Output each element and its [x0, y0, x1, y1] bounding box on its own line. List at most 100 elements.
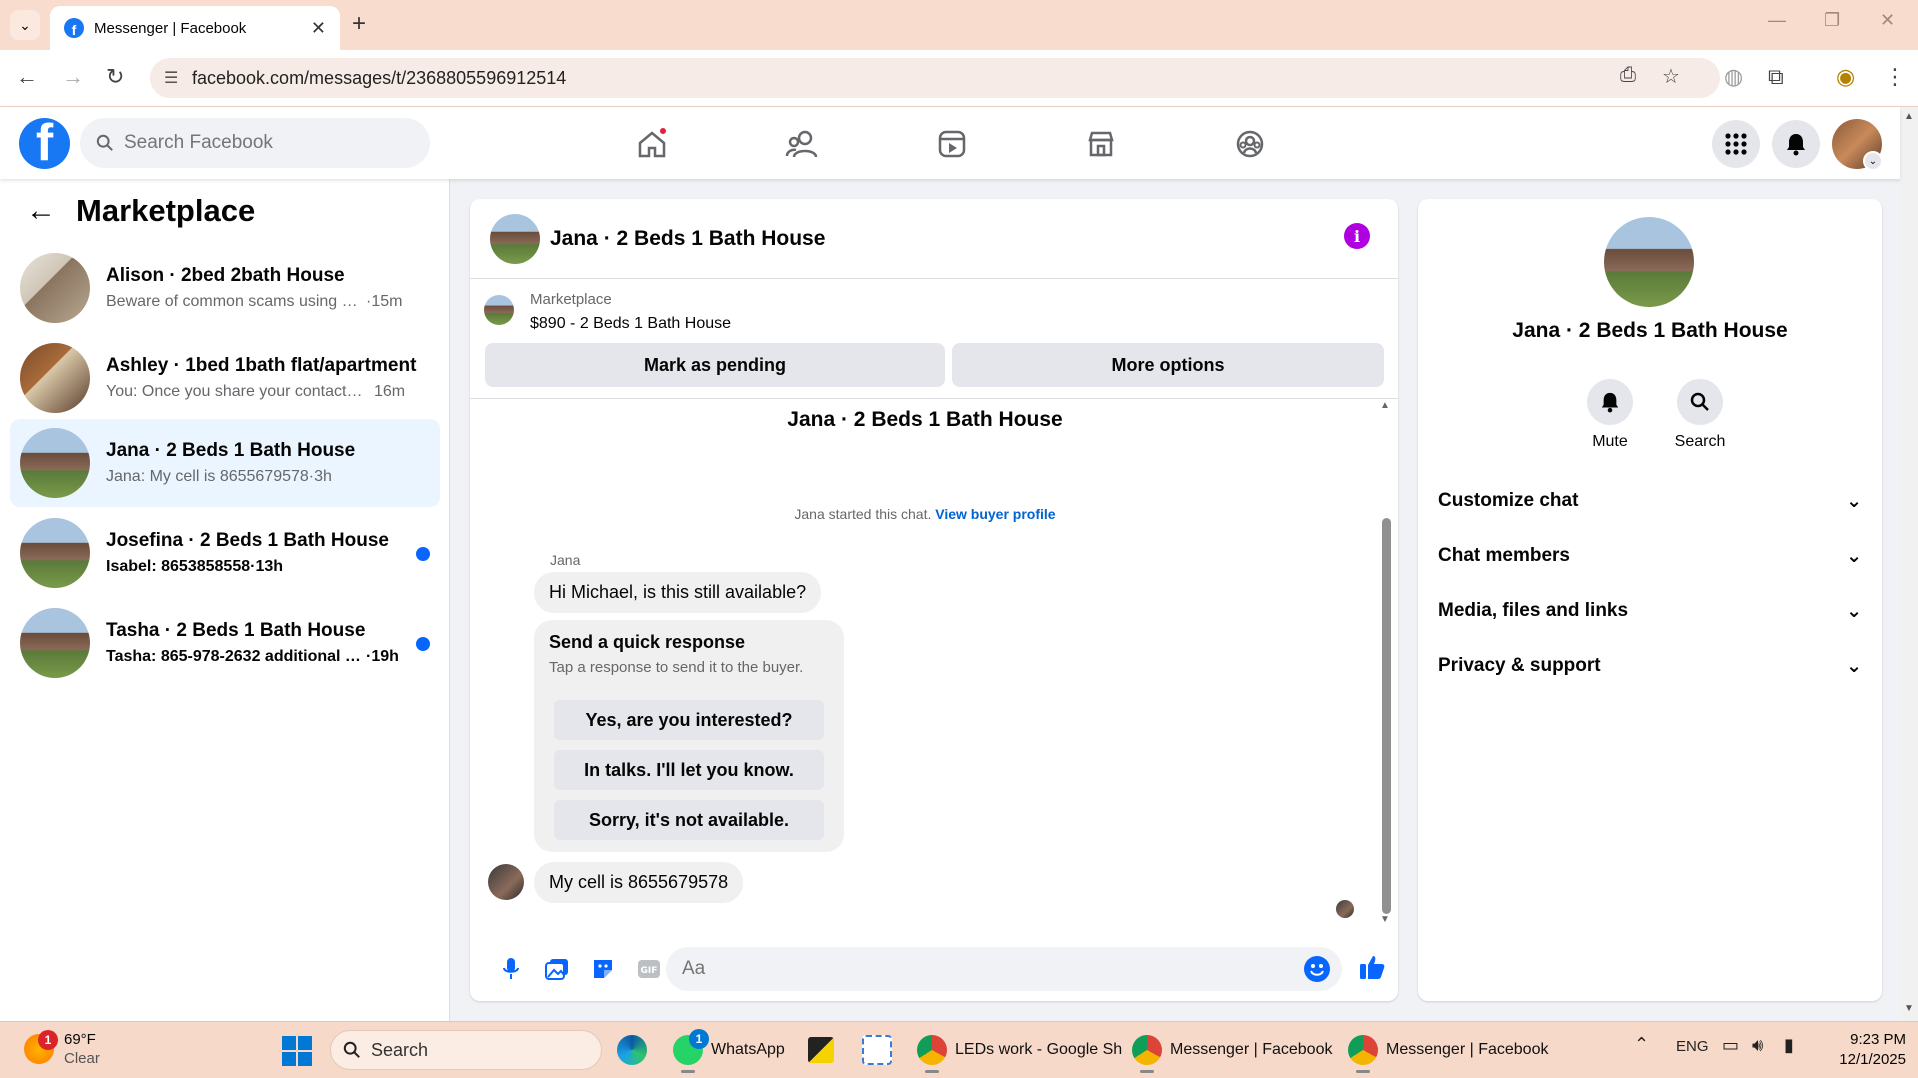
battery-icon[interactable]: ▮ — [1784, 1035, 1794, 1056]
restore-icon[interactable]: ❐ — [1824, 10, 1840, 31]
marketplace-icon — [1088, 131, 1114, 157]
more-options-button[interactable]: More options — [952, 343, 1384, 387]
mute-button[interactable]: Mute — [1570, 379, 1650, 451]
browser-tab-messenger[interactable]: f Messenger | Facebook ✕ — [50, 6, 340, 50]
windows-start-icon[interactable] — [282, 1036, 312, 1066]
emoji-icon[interactable] — [1304, 956, 1330, 982]
view-buyer-profile-link[interactable]: View buyer profile — [935, 506, 1055, 522]
friends-nav-button[interactable] — [780, 122, 824, 166]
info-icon[interactable]: i — [1344, 223, 1370, 249]
details-thumbnail[interactable] — [1604, 217, 1694, 307]
mark-as-pending-button[interactable]: Mark as pending — [485, 343, 945, 387]
taskbar-clock[interactable]: 9:23 PM 12/1/2025 — [1826, 1030, 1906, 1070]
sender-avatar[interactable] — [488, 864, 524, 900]
bookmark-star-icon[interactable]: ☆ — [1662, 64, 1680, 89]
search-in-chat-button[interactable]: Search — [1660, 379, 1740, 451]
taskbar-sticky-notes[interactable] — [808, 1032, 834, 1068]
conversation-preview: Isabel: 8653858558 — [106, 558, 251, 575]
grid-icon — [1725, 133, 1747, 155]
groups-nav-button[interactable] — [1228, 122, 1272, 166]
taskbar-snipping-tool[interactable] — [862, 1032, 892, 1068]
row-label: Customize chat — [1438, 490, 1579, 511]
facebook-search-input[interactable] — [124, 132, 384, 154]
conversation-item[interactable]: Josefina · 2 Beds 1 Bath House Isabel: 8… — [10, 509, 440, 597]
marketplace-nav-button[interactable] — [1079, 122, 1123, 166]
menu-kebab-icon[interactable]: ⋮ — [1884, 64, 1906, 90]
back-arrow-icon[interactable]: ← — [26, 194, 56, 228]
scroll-thumb[interactable] — [1382, 518, 1391, 914]
minimize-icon[interactable]: — — [1768, 10, 1786, 31]
microphone-icon[interactable] — [488, 949, 534, 989]
back-icon[interactable]: ← — [16, 64, 38, 90]
conversation-item-active[interactable]: Jana · 2 Beds 1 Bath House Jana: My cell… — [10, 419, 440, 507]
profile-icon[interactable]: ◉ — [1836, 64, 1855, 90]
facebook-logo-icon[interactable]: f — [19, 118, 70, 169]
facebook-search-box[interactable] — [80, 118, 430, 168]
weather-temp: 69°F — [64, 1031, 96, 1048]
close-tab-icon[interactable]: ✕ — [311, 18, 326, 39]
conversation-item[interactable]: Ashley · 1bed 1bath flat/apartment You: … — [10, 334, 440, 422]
customize-chat-row[interactable]: Customize chat ⌄ — [1438, 481, 1862, 521]
volume-icon[interactable]: 🔊︎ — [1752, 1035, 1763, 1056]
url-omnibox[interactable]: ☰ facebook.com/messages/t/23688055969125… — [150, 58, 1720, 98]
taskbar-chrome-messenger-1[interactable]: Messenger | Facebook — [1132, 1032, 1332, 1073]
scroll-up-icon[interactable]: ▲ — [1380, 400, 1390, 411]
message-input[interactable] — [682, 958, 1262, 980]
sender-name: Jana — [550, 552, 581, 568]
sticker-icon[interactable] — [580, 949, 626, 989]
running-indicator — [1140, 1070, 1154, 1073]
conversation-preview: You: Once you share your contact n... — [106, 383, 366, 400]
reload-icon[interactable]: ↻ — [106, 64, 124, 90]
scroll-down-icon[interactable]: ▼ — [1904, 1003, 1914, 1014]
message-bubble[interactable]: My cell is 8655679578 — [534, 862, 744, 903]
quick-reply-button[interactable]: Sorry, it's not available. — [554, 800, 824, 840]
listing-price[interactable]: $890 - 2 Beds 1 Bath House — [530, 315, 731, 333]
network-icon[interactable]: ▭ — [1722, 1035, 1739, 1056]
account-chevron-icon[interactable]: ⌄ — [1863, 151, 1883, 171]
chat-members-row[interactable]: Chat members ⌄ — [1438, 536, 1862, 576]
quick-reply-button[interactable]: Yes, are you interested? — [554, 700, 824, 740]
tab-search-button[interactable]: ⌄ — [10, 10, 40, 40]
bell-icon — [1601, 392, 1619, 413]
forward-icon[interactable]: → — [62, 64, 84, 90]
site-settings-icon[interactable]: ☰ — [164, 68, 192, 88]
media-files-links-row[interactable]: Media, files and links ⌄ — [1438, 591, 1862, 631]
install-app-icon[interactable]: ⎙ — [1620, 64, 1636, 87]
close-window-icon[interactable]: ✕ — [1880, 10, 1895, 31]
menu-grid-button[interactable] — [1712, 120, 1760, 168]
quick-response-subtitle: Tap a response to send it to the buyer. — [549, 659, 804, 676]
extensions-icon[interactable]: ⧉ — [1768, 64, 1784, 90]
chevron-down-icon: ⌄ — [1846, 545, 1862, 567]
privacy-support-row[interactable]: Privacy & support ⌄ — [1438, 646, 1862, 686]
language-indicator[interactable]: ENG — [1676, 1038, 1709, 1055]
details-name[interactable]: Jana · 2 Beds 1 Bath House — [1418, 319, 1882, 343]
home-nav-button[interactable] — [630, 122, 674, 166]
quick-reply-button[interactable]: In talks. I'll let you know. — [554, 750, 824, 790]
scroll-down-icon[interactable]: ▼ — [1380, 914, 1390, 925]
taskbar-chrome-messenger-2[interactable]: Messenger | Facebook — [1348, 1032, 1548, 1073]
photo-icon[interactable] — [534, 949, 580, 989]
thread-scrollbar[interactable]: ▲ ▼ — [1380, 400, 1392, 930]
new-tab-button[interactable]: + — [352, 10, 366, 38]
clock-date: 12/1/2025 — [1839, 1051, 1906, 1068]
chat-header-thumbnail[interactable] — [490, 213, 540, 264]
taskbar-whatsapp[interactable]: 1 WhatsApp — [673, 1029, 785, 1073]
like-thumbs-up-icon[interactable] — [1358, 953, 1386, 986]
chat-header-name[interactable]: Jana · 2 Beds 1 Bath House — [550, 227, 825, 251]
messenger-main: ← Marketplace Alison · 2bed 2bath House … — [0, 179, 1900, 1021]
conversation-item[interactable]: Tasha · 2 Beds 1 Bath House Tasha: 865-9… — [10, 599, 440, 687]
page-scrollbar[interactable]: ▲ ▼ — [1900, 107, 1918, 1021]
video-nav-button[interactable] — [930, 122, 974, 166]
tray-overflow-chevron-icon[interactable]: ⌃ — [1634, 1034, 1649, 1055]
taskbar-chrome-sheets[interactable]: LEDs work - Google Sh — [917, 1032, 1122, 1073]
taskbar-search[interactable]: Search — [330, 1030, 602, 1070]
notifications-button[interactable] — [1772, 120, 1820, 168]
globe-icon[interactable]: ◍ — [1724, 64, 1743, 90]
conversation-item[interactable]: Alison · 2bed 2bath House Beware of comm… — [10, 244, 440, 332]
weather-widget[interactable]: 1 69°F Clear — [24, 1030, 100, 1068]
scroll-up-icon[interactable]: ▲ — [1904, 111, 1914, 122]
taskbar-edge[interactable] — [617, 1032, 647, 1068]
message-input-box[interactable] — [666, 947, 1342, 991]
listing-small-thumbnail[interactable] — [484, 295, 514, 325]
message-bubble[interactable]: Hi Michael, is this still available? — [534, 572, 822, 613]
